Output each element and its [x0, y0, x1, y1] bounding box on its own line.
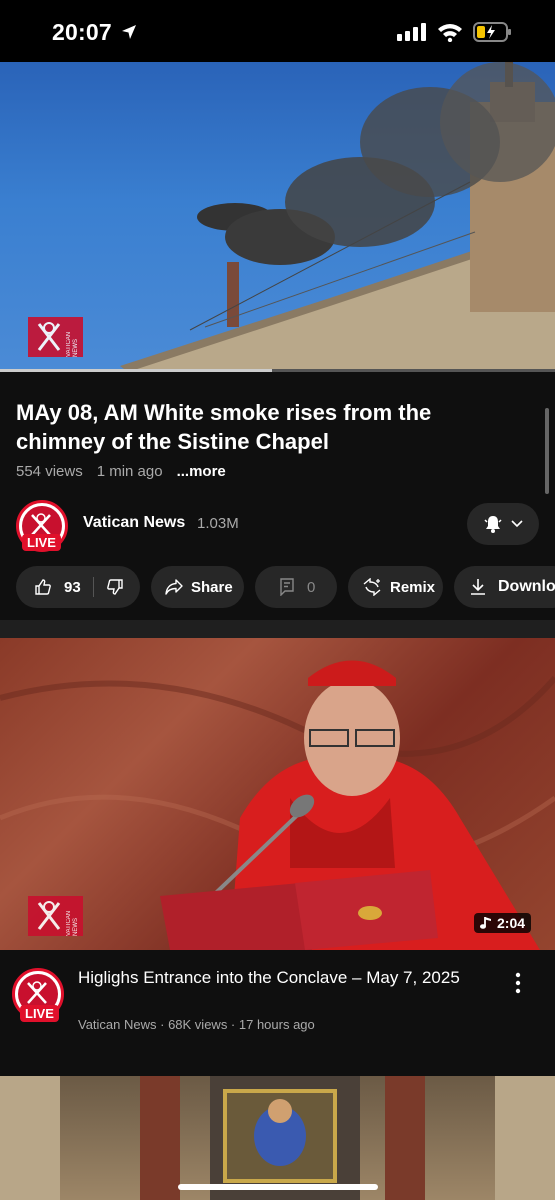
like-count: 93 [64, 578, 81, 596]
logo-text: VATICAN NEWS [66, 331, 79, 357]
comments-count: 0 [307, 578, 316, 596]
subscriber-count: 1.03M [197, 515, 239, 532]
vatican-news-logo: VATICAN NEWS [28, 896, 83, 936]
thumbs-up-icon [35, 579, 51, 595]
download-button[interactable]: Downlo [454, 566, 555, 608]
comment-icon [280, 578, 294, 596]
feed-video-title[interactable]: Higlighs Entrance into the Conclave – Ma… [78, 966, 478, 990]
channel-name[interactable]: Vatican News [83, 514, 185, 532]
status-icons [397, 22, 513, 47]
remix-button[interactable]: Remix [348, 566, 443, 608]
status-time: 20:07 [52, 19, 112, 45]
video-progress-fill [0, 369, 272, 372]
cellular-signal-icon [397, 23, 427, 46]
live-badge: LIVE [20, 1005, 59, 1022]
location-arrow-icon [120, 23, 138, 46]
like-button[interactable]: 93 [34, 578, 81, 596]
share-label: Share [191, 578, 233, 596]
upload-age: 1 min ago [96, 463, 163, 480]
status-bar: 20:07 [0, 0, 555, 62]
live-badge: LIVE [22, 534, 61, 551]
wifi-icon [437, 23, 463, 47]
thumbs-down-icon [106, 579, 123, 595]
more-options-icon[interactable] [511, 972, 525, 994]
bell-icon [484, 516, 502, 533]
duration-badge: 2:04 [474, 913, 532, 933]
remix-label: Remix [390, 578, 436, 596]
thumbnail-illustration [0, 1076, 555, 1200]
download-label: Downlo [498, 578, 555, 595]
video-player[interactable]: VATICAN NEWS [0, 62, 555, 372]
battery-charging-icon [473, 22, 513, 47]
video-title[interactable]: MAy 08, AM White smoke rises from the ch… [16, 398, 506, 456]
feed-video-meta: Vatican News · 68K views · 17 hours ago [78, 1017, 315, 1032]
video-thumbnail[interactable] [0, 1076, 555, 1200]
video-progress-bar[interactable] [0, 369, 555, 372]
more-link[interactable]: ...more [177, 463, 226, 480]
thumbnail-illustration [0, 660, 555, 950]
comments-button[interactable]: 0 [255, 566, 337, 608]
notification-bell-button[interactable] [467, 503, 539, 545]
download-icon [471, 579, 485, 595]
home-indicator[interactable] [178, 1184, 378, 1190]
section-divider [0, 620, 555, 638]
logo-text: VATICAN NEWS [66, 910, 79, 936]
view-count: 554 views [16, 463, 83, 480]
dislike-button[interactable] [106, 578, 124, 596]
like-dislike-group: 93 [16, 566, 140, 608]
video-meta[interactable]: 554 views 1 min ago ...more [16, 463, 226, 480]
music-note-icon [480, 917, 491, 929]
duration-text: 2:04 [497, 915, 526, 931]
vatican-news-logo: VATICAN NEWS [28, 317, 83, 357]
remix-icon [363, 578, 381, 596]
share-icon [165, 579, 183, 595]
chevron-down-icon [511, 520, 523, 528]
video-frame-illustration [115, 62, 555, 372]
scrollbar[interactable] [545, 408, 549, 494]
video-thumbnail[interactable]: VATICAN NEWS [0, 638, 555, 950]
share-button[interactable]: Share [151, 566, 244, 608]
